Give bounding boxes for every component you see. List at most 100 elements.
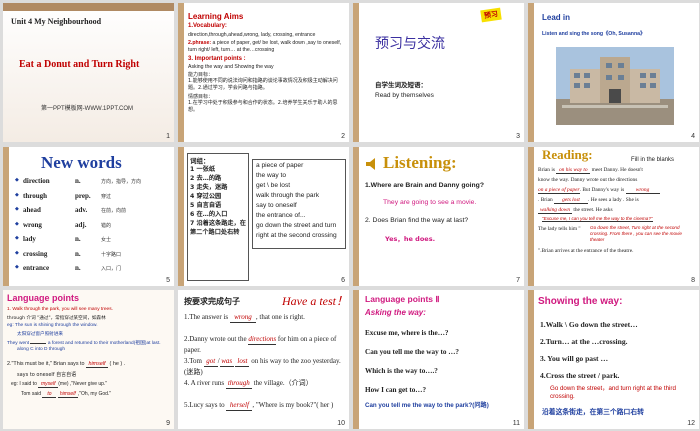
sentence-3: 3.Tom got / was lost on his way to the zoo… [184, 357, 341, 376]
slide-title: 按要求完成句子 [184, 297, 240, 306]
word-meaning: 入口，门 [101, 266, 122, 272]
blank-was: was [219, 357, 234, 367]
top-band [3, 3, 174, 11]
question-blank: "Excuse me, I can you tell me the way to… [542, 216, 653, 222]
text-line-4: . Brian gets lost. He sees a lady . She … [538, 197, 639, 204]
blank-3: wrong [625, 187, 660, 194]
slide-8[interactable]: Reading: Fill in the blanks Brian is on … [528, 147, 699, 286]
question-1: 1.Where are Brain and Danny going? [365, 182, 484, 189]
line4-end: . He sees a lady . She is [588, 197, 639, 203]
tom-start: Tom said [21, 391, 42, 397]
s2-start: 2.Danny wrote out the [184, 335, 247, 343]
slide-2[interactable]: Learning Aims 1.Vocabulary: direction,th… [178, 3, 349, 142]
slide-subtitle: Fill in the blanks [631, 157, 675, 163]
cn-phrase: 1 一张纸 [190, 166, 216, 173]
slide-6[interactable]: 词组： 1 一张纸 2 去…的路 3 走失，迷路 4 穿过公园 5 自言自语 6 在…的入… [178, 147, 349, 286]
line1-start: Brian is [538, 167, 555, 173]
text-line-3: on a piece of paper. But Danny's way is … [538, 187, 660, 194]
school-building-photo [556, 47, 674, 125]
word-meaning: 错的 [101, 222, 112, 229]
example-2-start: eg: I said to [11, 381, 37, 387]
phrase-text: 2.phrase: a piece of paper, get/ be lost… [188, 40, 346, 54]
showing-item: 4.Cross the street / park. [540, 371, 620, 380]
word: ahead [23, 206, 41, 214]
word-row: ◆ crossing n. 十字路口 [15, 250, 170, 265]
lesson-title: Eat a Donut and Turn Right [19, 59, 140, 70]
word-row: ◆ entrance n. 入口，门 [15, 264, 170, 279]
s3-start: 3.Tom [184, 357, 202, 365]
slide-10[interactable]: 按要求完成句子 Have a test！ 1.The answer is wro… [178, 290, 349, 429]
slide-1[interactable]: Unit 4 My Neighbourhood Eat a Donut and … [3, 3, 174, 142]
line3-end: . But Danny's way is [579, 187, 625, 193]
slide-5[interactable]: New words ◆ direction n. 方向，指导，方向 ◆ through pr… [3, 147, 174, 286]
points-line: Asking the way and Showing the way [188, 64, 274, 70]
options-line: along C into D through [17, 347, 65, 352]
word-row: ◆ wrong adj. 错的 [15, 221, 170, 236]
blank-himself-2: himself [57, 391, 78, 398]
word-meaning: 穿过 [101, 193, 112, 200]
slide-number: 5 [166, 277, 170, 284]
word-meaning: 十字路口 [101, 251, 122, 258]
part-of-speech: n. [75, 264, 81, 272]
asking-line: How I can get to…? [365, 386, 427, 394]
en-phrase: a piece of paper [256, 162, 304, 169]
word-meaning: 在前，向前 [101, 208, 127, 214]
slide-7[interactable]: Listening: 1.Where are Brain and Danny g… [353, 147, 524, 286]
cn-phrase: 4 穿过公园 [190, 193, 222, 200]
slide-4[interactable]: Lead in Listen and sing the song《Oh, Sus… [528, 3, 699, 142]
option-rest: C into D through [30, 347, 66, 352]
blank-2: on a piece of paper [538, 187, 580, 194]
blank-wrong: wrong [229, 312, 256, 323]
blank-through: through [225, 378, 252, 389]
points-label: 3. Important points : [188, 56, 246, 62]
they-start: They went [7, 341, 30, 346]
bullet-icon: ◆ [15, 220, 19, 227]
en-phrase-list: a piece of paper the way to get \ be lost w… [256, 161, 344, 241]
phrase-list: a piece of paper, get/ be lost, walk dow… [188, 40, 342, 53]
blank-1: on his way to [556, 167, 591, 174]
word: entrance [23, 264, 50, 272]
en-phrase-box: a piece of paper the way to get \ be lost w… [252, 159, 346, 249]
slide-11[interactable]: Language points Ⅱ Asking the way: Excuse… [353, 290, 524, 429]
word: through [23, 191, 47, 200]
slide-9[interactable]: Language points 1. Walk through the park… [3, 290, 174, 429]
text-line-2: know the way. Danny wrote out the direct… [538, 177, 638, 183]
test-stamp: Have a test！ [282, 294, 348, 308]
box-title: 词组： [190, 157, 210, 165]
sentence-5: 5.Lucy says to herself, "Where is my boo… [184, 400, 344, 411]
word-row: ◆ through prep. 穿过 [15, 192, 170, 207]
showing-items: 1.Walk \ Go down the street… 2.Turn… at t… [540, 316, 695, 384]
example-answer: Go down the street，and turn right at the… [550, 385, 676, 400]
they-end: a forest and returned to their motherlan… [47, 341, 161, 346]
answer-blank: Go down the street, Turn right at the se… [590, 225, 682, 242]
line1-end: meet Danny. He doesn't [591, 167, 643, 173]
question-2: 2. Does Brian find the way at last? [365, 217, 469, 224]
slide-3[interactable]: 预习 预习与交流 自学生词及短语： Read by themselves 3 [353, 3, 524, 142]
tom-line: Tom said to himself ,"Oh, my God." [21, 391, 111, 398]
point-1: 1. Walk through the park, you will see m… [7, 307, 113, 312]
bullet-icon: ◆ [15, 235, 19, 241]
bullet-icon: ◆ [15, 206, 19, 212]
lady-line: The lady tells him " [538, 226, 581, 232]
vocab-label: 1.Vocabulary: [188, 23, 227, 29]
blank-himself: himself [86, 361, 109, 368]
slide-12[interactable]: Showing the way: 1.Walk \ Go down the st… [528, 290, 699, 429]
emotion-label: 情感目标： [188, 94, 214, 100]
blank-lost: lost [235, 357, 250, 367]
example-1-cn: 太阳穿过窗户照射进来 [17, 332, 63, 337]
slide-title: 预习与交流 [375, 36, 445, 52]
word-meaning: 方向，指导，方向 [101, 179, 142, 185]
tom-end: ,"Oh, my God." [77, 391, 112, 397]
they-line: They went a forest and returned to their… [7, 339, 161, 346]
part-of-speech: adv. [75, 206, 88, 214]
bullet-icon: ◆ [15, 249, 19, 256]
word-list: ◆ direction n. 方向，指导，方向 ◆ through prep. 穿过 ◆ ahea… [15, 177, 170, 279]
point-2-end: ( he ) . [109, 361, 126, 367]
left-bar [353, 147, 359, 286]
bullet-icon: ◆ [15, 191, 19, 198]
part-of-speech: n. [75, 235, 81, 243]
bullet-icon: ◆ [15, 177, 19, 183]
emotion-text: 1.在学习中处于积极参与和合作的状态。2.培养学生关乐于助人的思想。 [188, 100, 338, 113]
slide-title: Listening: [383, 153, 457, 172]
slide-number: 7 [516, 277, 520, 284]
